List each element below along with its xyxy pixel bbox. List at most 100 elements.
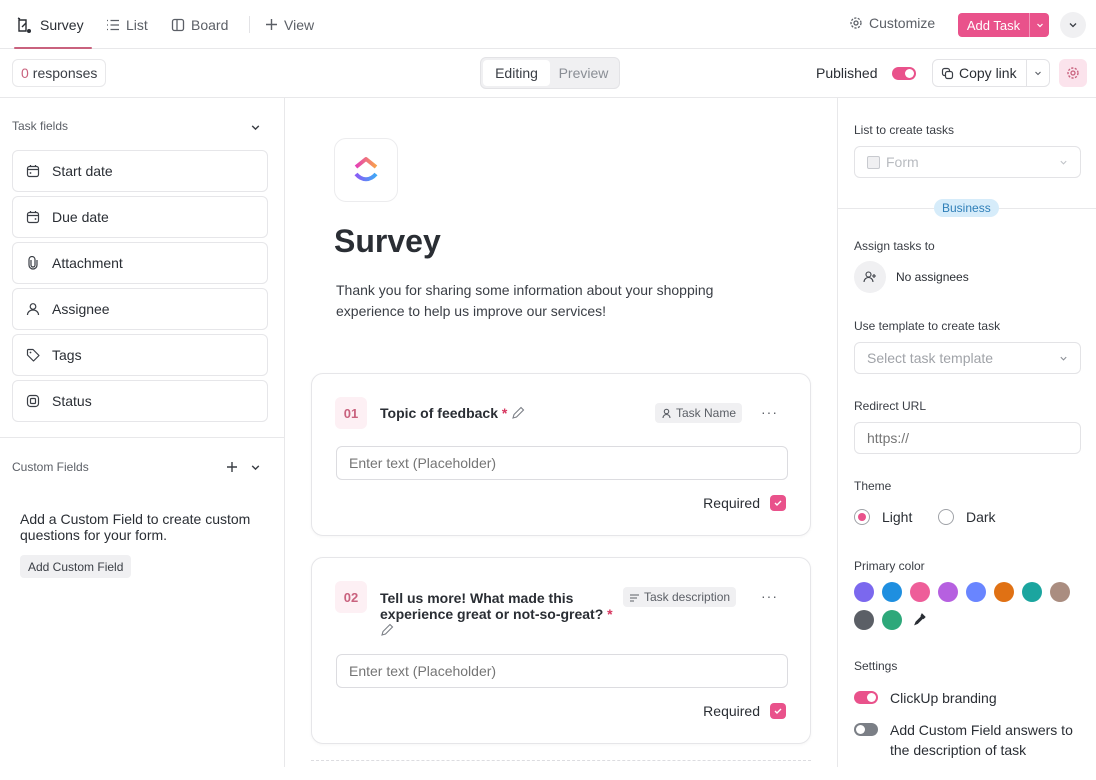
color-swatch[interactable] [1050,582,1070,602]
pencil-icon[interactable] [511,406,525,420]
calendar-start-icon [26,165,40,178]
collapse-button[interactable] [1060,12,1086,38]
eyedropper-icon[interactable] [913,612,927,626]
chevron-down-icon [1069,23,1077,28]
tab-board[interactable]: Board [171,0,228,49]
add-view-label: View [284,16,315,33]
assignee-picker[interactable]: No assignees [854,261,969,293]
color-swatch[interactable] [854,610,874,630]
customize-button[interactable]: Customize [849,15,935,31]
paperclip-icon [28,256,38,270]
field-label: Tags [52,347,82,363]
add-view-button[interactable]: View [265,0,314,49]
custom-field-answers-toggle[interactable] [854,723,878,736]
required-toggle[interactable]: Required [703,703,786,719]
add-task-button[interactable]: Add Task [958,13,1029,37]
assign-label: Assign tasks to [854,239,935,253]
field-label: Assignee [52,301,110,317]
responses-count: 0 [21,65,29,81]
pencil-icon[interactable] [380,623,394,637]
color-swatch[interactable] [910,582,930,602]
gear-icon [1067,67,1079,79]
divider [0,437,285,438]
color-swatch[interactable] [1022,582,1042,602]
setting-label: ClickUp branding [890,690,997,706]
setting-label: Add Custom Field answers to the descript… [890,722,1073,758]
answer-input[interactable] [336,654,788,688]
question-title-text: Tell us more! What made this experience … [380,590,604,622]
field-attachment[interactable]: Attachment [12,242,268,284]
editing-tab[interactable]: Editing [483,60,550,86]
color-swatch[interactable] [882,610,902,630]
more-options-button[interactable]: ··· [761,404,778,420]
list-icon [107,19,119,30]
responses-button[interactable]: 0 responses [12,59,107,87]
responses-label: responses [32,65,98,81]
question-card[interactable]: 02 Tell us more! What made this experien… [311,557,811,744]
color-swatch[interactable] [854,582,874,602]
chevron-down-icon[interactable] [250,462,261,473]
question-card[interactable]: 01 Topic of feedback * Task Name ··· Req… [311,373,811,536]
customize-label: Customize [869,15,936,31]
color-swatch[interactable] [966,582,986,602]
add-custom-field-button[interactable]: Add Custom Field [20,555,132,578]
tab-list[interactable]: List [106,0,148,49]
required-checkbox[interactable] [770,703,786,719]
add-task-split-button: Add Task [958,13,1049,37]
chevron-down-icon [1060,160,1067,165]
published-toggle[interactable] [892,67,916,80]
form-canvas: Survey Thank you for sharing some inform… [286,98,837,767]
more-options-button[interactable]: ··· [761,588,778,604]
redirect-label: Redirect URL [854,399,927,413]
chevron-down-icon[interactable] [250,122,261,133]
question-title[interactable]: Tell us more! What made this experience … [380,590,620,638]
required-toggle[interactable]: Required [703,495,786,511]
field-label: Attachment [52,255,123,271]
copy-link-button[interactable]: Copy link [933,60,1026,86]
color-swatch[interactable] [994,582,1014,602]
template-select[interactable]: Select task template [854,342,1081,374]
required-checkbox[interactable] [770,495,786,511]
question-number: 01 [335,397,367,429]
form-title[interactable]: Survey [334,223,441,260]
task-name-icon [662,408,671,418]
field-assignee[interactable]: Assignee [12,288,268,330]
preview-tab[interactable]: Preview [550,60,617,86]
board-icon [171,18,185,31]
color-swatch[interactable] [938,582,958,602]
theme-light-radio[interactable]: Light [854,509,912,525]
form-icon [17,16,31,33]
clickup-logo-icon [354,157,378,182]
tag-icon [26,348,40,362]
question-title-text: Topic of feedback [380,405,498,421]
field-tags[interactable]: Tags [12,334,268,376]
copy-link-label: Copy link [959,65,1017,81]
theme-option-label: Light [882,509,913,525]
form-settings-button[interactable] [1059,59,1087,87]
answer-input[interactable] [336,446,788,480]
template-placeholder: Select task template [867,350,994,366]
form-description[interactable]: Thank you for sharing some information a… [336,280,756,322]
fields-panel: Task fields Start date Due date Attachme… [0,98,285,767]
form-logo[interactable] [334,138,398,202]
copy-link-dropdown[interactable] [1026,60,1049,86]
field-status[interactable]: Status [12,380,268,422]
assignee-value: No assignees [896,270,969,284]
plus-icon[interactable] [226,461,238,473]
plan-badge: Business [934,199,999,217]
mapping-chip[interactable]: Task Name [655,403,743,423]
add-task-dropdown[interactable] [1029,13,1049,37]
mapping-label: Task Name [676,406,737,420]
theme-dark-radio[interactable]: Dark [938,509,996,525]
color-swatch[interactable] [882,582,902,602]
question-title[interactable]: Topic of feedback * [380,405,525,421]
redirect-url-input[interactable] [854,422,1081,454]
list-select[interactable]: Form [854,146,1081,178]
field-label: Start date [52,163,113,179]
tab-survey[interactable]: Survey [14,0,92,49]
field-start-date[interactable]: Start date [12,150,268,192]
next-question-card [311,760,811,780]
branding-toggle[interactable] [854,691,878,704]
mapping-chip[interactable]: Task description [623,587,737,607]
field-due-date[interactable]: Due date [12,196,268,238]
